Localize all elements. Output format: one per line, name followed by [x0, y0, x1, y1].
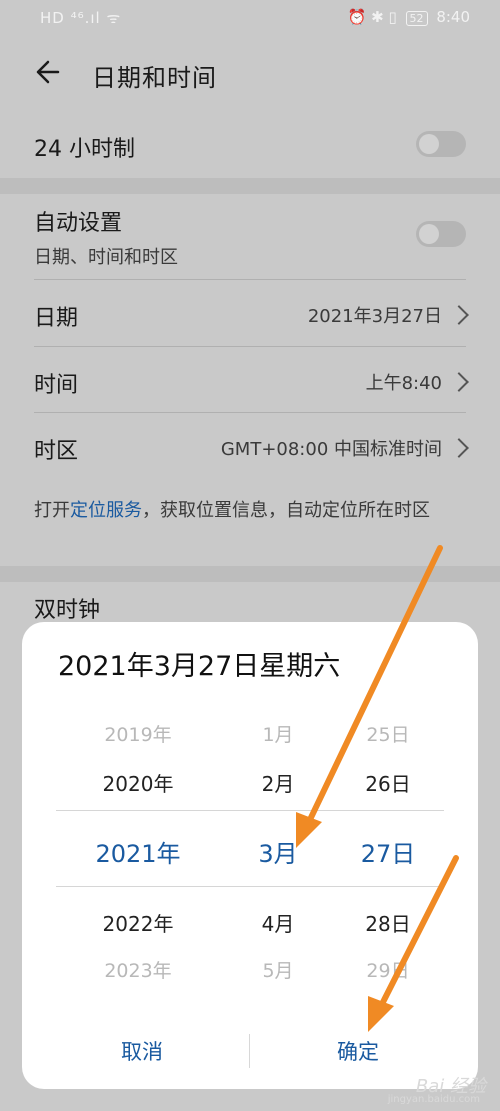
- info-suffix: ，获取位置信息，自动定位所在时区: [142, 500, 430, 521]
- battery-icon: 52: [405, 11, 428, 26]
- auto-set-toggle[interactable]: [416, 221, 466, 247]
- year-option: 2022年: [102, 912, 174, 936]
- dual-clock-label: 双时钟: [34, 598, 101, 623]
- day-wheel[interactable]: 25日 26日 27日 28日 29日: [318, 714, 458, 984]
- info-prefix: 打开: [34, 500, 70, 521]
- status-right: ⏰ ✱ ▯ 52 8:40: [348, 8, 470, 26]
- year-option: 2023年: [104, 960, 172, 982]
- section-gap: [0, 566, 500, 582]
- page-title: 日期和时间: [92, 64, 217, 92]
- status-time: 8:40: [436, 8, 470, 26]
- day-option: 29日: [366, 960, 410, 982]
- status-left-icons: HD ⁴⁶.ıl ᯤ: [40, 9, 122, 27]
- selection-line-top: [56, 810, 444, 811]
- chevron-right-icon: [449, 305, 469, 325]
- back-button[interactable]: [30, 52, 70, 92]
- location-info-text: 打开定位服务，获取位置信息，自动定位所在时区: [34, 496, 474, 526]
- time-label: 时间: [34, 373, 79, 398]
- chevron-right-icon: [449, 372, 469, 392]
- auto-set-label: 自动设置: [34, 211, 123, 236]
- date-value: 2021年3月27日: [307, 306, 442, 327]
- button-divider: [249, 1034, 250, 1068]
- hour24-label: 24 小时制: [34, 137, 135, 162]
- timezone-value: GMT+08:00 中国标准时间: [220, 439, 442, 460]
- time-row[interactable]: 时间 上午8:40: [0, 347, 500, 413]
- day-option: 26日: [365, 772, 411, 796]
- hour24-toggle[interactable]: [416, 131, 466, 157]
- status-bar: HD ⁴⁶.ıl ᯤ ⏰ ✱ ▯ 52 8:40: [0, 0, 500, 34]
- year-option: 2020年: [102, 772, 174, 796]
- chevron-right-icon: [449, 438, 469, 458]
- timezone-label: 时区: [34, 439, 79, 464]
- watermark-url: jingyan.baidu.com: [387, 1094, 480, 1105]
- timezone-row[interactable]: 时区 GMT+08:00 中国标准时间: [0, 413, 500, 479]
- year-option: 2019年: [104, 724, 172, 746]
- day-selected: 27日: [360, 840, 416, 868]
- time-value: 上午8:40: [365, 373, 442, 394]
- year-selected: 2021年: [95, 840, 181, 868]
- date-row[interactable]: 日期 2021年3月27日: [0, 280, 500, 346]
- dialog-title: 2021年3月27日星期六: [58, 651, 341, 682]
- date-label: 日期: [34, 306, 79, 331]
- arrow-left-icon: [36, 60, 60, 84]
- selection-line-bottom: [56, 886, 444, 887]
- location-service-link[interactable]: 定位服务: [70, 500, 142, 521]
- cancel-button[interactable]: 取消: [52, 1036, 232, 1066]
- status-icons: ⏰ ✱ ▯: [347, 8, 397, 26]
- date-picker-dialog: 2021年3月27日星期六 2019年 2020年 2021年 2022年 20…: [22, 622, 478, 1089]
- auto-set-sublabel: 日期、时间和时区: [34, 247, 178, 268]
- day-option: 25日: [366, 724, 410, 746]
- section-gap: [0, 178, 500, 194]
- confirm-button[interactable]: 确定: [268, 1036, 448, 1066]
- year-wheel[interactable]: 2019年 2020年 2021年 2022年 2023年: [68, 714, 208, 984]
- day-option: 28日: [365, 912, 411, 936]
